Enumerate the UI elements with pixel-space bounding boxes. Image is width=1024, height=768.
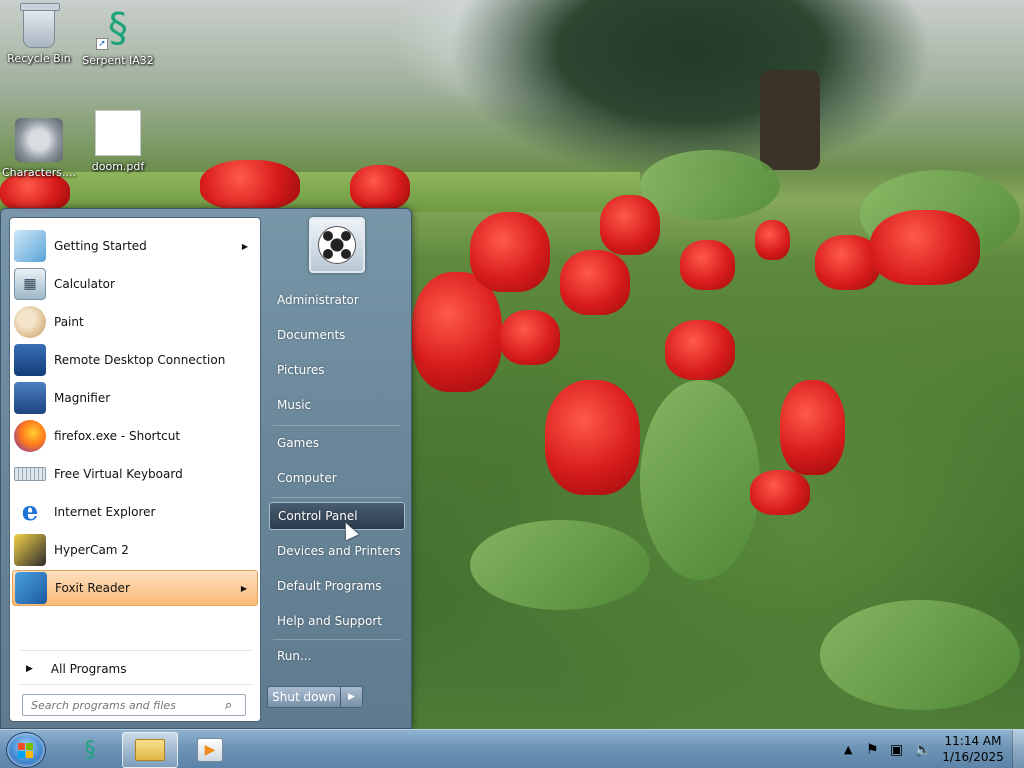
desktop-icon-doom-pdf[interactable]: doom.pdf [80, 110, 156, 173]
soccer-ball-icon [318, 226, 356, 264]
menu-item-help-support[interactable]: Help and Support [269, 607, 405, 635]
program-hypercam[interactable]: HyperCam 2 [12, 532, 258, 568]
desktop-icon-characters[interactable]: Characters.... [1, 118, 77, 179]
remote-desktop-icon [14, 344, 46, 376]
pdf-file-icon [95, 110, 141, 156]
menu-item-run[interactable]: Run... [269, 642, 405, 670]
menu-item-control-panel[interactable]: Control Panel [269, 502, 405, 530]
desktop-icon-recycle-bin[interactable]: Recycle Bin [1, 3, 77, 65]
desktop-icon-serpent[interactable]: § ➚ Serpent IA32 [80, 6, 156, 67]
menu-item-music[interactable]: Music [269, 391, 405, 419]
start-menu: Getting Started ▶ ▦ Calculator Paint Rem… [0, 208, 412, 729]
action-center-flag-icon[interactable]: ⚑ [866, 730, 879, 768]
program-magnifier[interactable]: Magnifier [12, 380, 258, 416]
right-pane-separator [273, 639, 401, 640]
serpent-icon: § [84, 737, 96, 763]
start-menu-programs-pane: Getting Started ▶ ▦ Calculator Paint Rem… [9, 217, 261, 722]
taskbar: § ▶ ▲ ⚑ ▣ 🔈 11:14 AM 1/16/2025 [0, 729, 1024, 768]
taskbar-media-player-button[interactable]: ▶ [182, 732, 238, 768]
submenu-arrow-icon: ▶ [240, 583, 247, 593]
show-desktop-button[interactable] [1012, 730, 1024, 768]
shutdown-options-button[interactable]: ▶ [341, 686, 363, 708]
program-calculator[interactable]: ▦ Calculator [12, 266, 258, 302]
menu-item-devices-printers[interactable]: Devices and Printers [269, 537, 405, 565]
wallpaper-lawn [0, 172, 640, 212]
hypercam-icon [14, 534, 46, 566]
menu-item-games[interactable]: Games [269, 429, 405, 457]
user-avatar[interactable] [309, 217, 365, 273]
calculator-icon: ▦ [14, 268, 46, 300]
shortcut-arrow-icon: ➚ [96, 38, 108, 50]
media-player-icon: ▶ [197, 738, 223, 762]
clock-date: 1/16/2025 [942, 750, 1004, 764]
getting-started-icon [14, 230, 46, 262]
menu-item-pictures[interactable]: Pictures [269, 356, 405, 384]
search-input[interactable] [22, 694, 246, 716]
program-getting-started[interactable]: Getting Started ▶ [12, 228, 258, 264]
right-pane-separator [273, 497, 401, 498]
volume-icon[interactable]: 🔈 [914, 730, 931, 768]
clock-time: 11:14 AM [944, 734, 1002, 748]
menu-item-computer[interactable]: Computer [269, 464, 405, 492]
search-separator [20, 684, 252, 685]
program-paint[interactable]: Paint [12, 304, 258, 340]
start-button[interactable] [6, 732, 46, 768]
programs-separator [20, 650, 252, 651]
windows-explorer-icon [135, 739, 165, 761]
magnifier-icon [14, 382, 46, 414]
right-pane-separator [273, 425, 401, 426]
firefox-icon [14, 420, 46, 452]
program-remote-desktop[interactable]: Remote Desktop Connection [12, 342, 258, 378]
chevron-right-icon: ▶ [348, 692, 355, 702]
foxit-reader-icon [15, 572, 47, 604]
menu-item-documents[interactable]: Documents [269, 321, 405, 349]
internet-explorer-icon: e [21, 497, 39, 527]
menu-item-administrator[interactable]: Administrator [269, 286, 405, 314]
program-internet-explorer[interactable]: e Internet Explorer [12, 494, 258, 530]
system-clock[interactable]: 11:14 AM 1/16/2025 [942, 733, 1004, 765]
network-icon[interactable]: ▣ [890, 730, 903, 768]
program-virtual-keyboard[interactable]: Free Virtual Keyboard [12, 456, 258, 492]
search-icon[interactable]: ⌕ [225, 698, 241, 714]
shutdown-button[interactable]: Shut down [267, 686, 341, 708]
taskbar-serpent-button[interactable]: § [62, 732, 118, 768]
taskbar-explorer-button[interactable] [122, 732, 178, 768]
paint-icon [14, 306, 46, 338]
program-firefox[interactable]: firefox.exe - Shortcut [12, 418, 258, 454]
wallpaper-tree [760, 70, 820, 170]
program-foxit-reader[interactable]: Foxit Reader ▶ [12, 570, 258, 606]
all-programs-button[interactable]: ▶ All Programs [18, 658, 254, 680]
show-hidden-icons-icon[interactable]: ▲ [844, 730, 852, 768]
keyboard-icon [14, 467, 46, 481]
windows-logo-icon [18, 743, 34, 759]
menu-item-default-programs[interactable]: Default Programs [269, 572, 405, 600]
all-programs-arrow-icon: ▶ [26, 664, 33, 674]
characters-icon [15, 118, 63, 162]
submenu-arrow-icon: ▶ [241, 241, 248, 251]
serpent-icon: § ➚ [96, 6, 140, 50]
recycle-bin-icon [20, 3, 60, 48]
